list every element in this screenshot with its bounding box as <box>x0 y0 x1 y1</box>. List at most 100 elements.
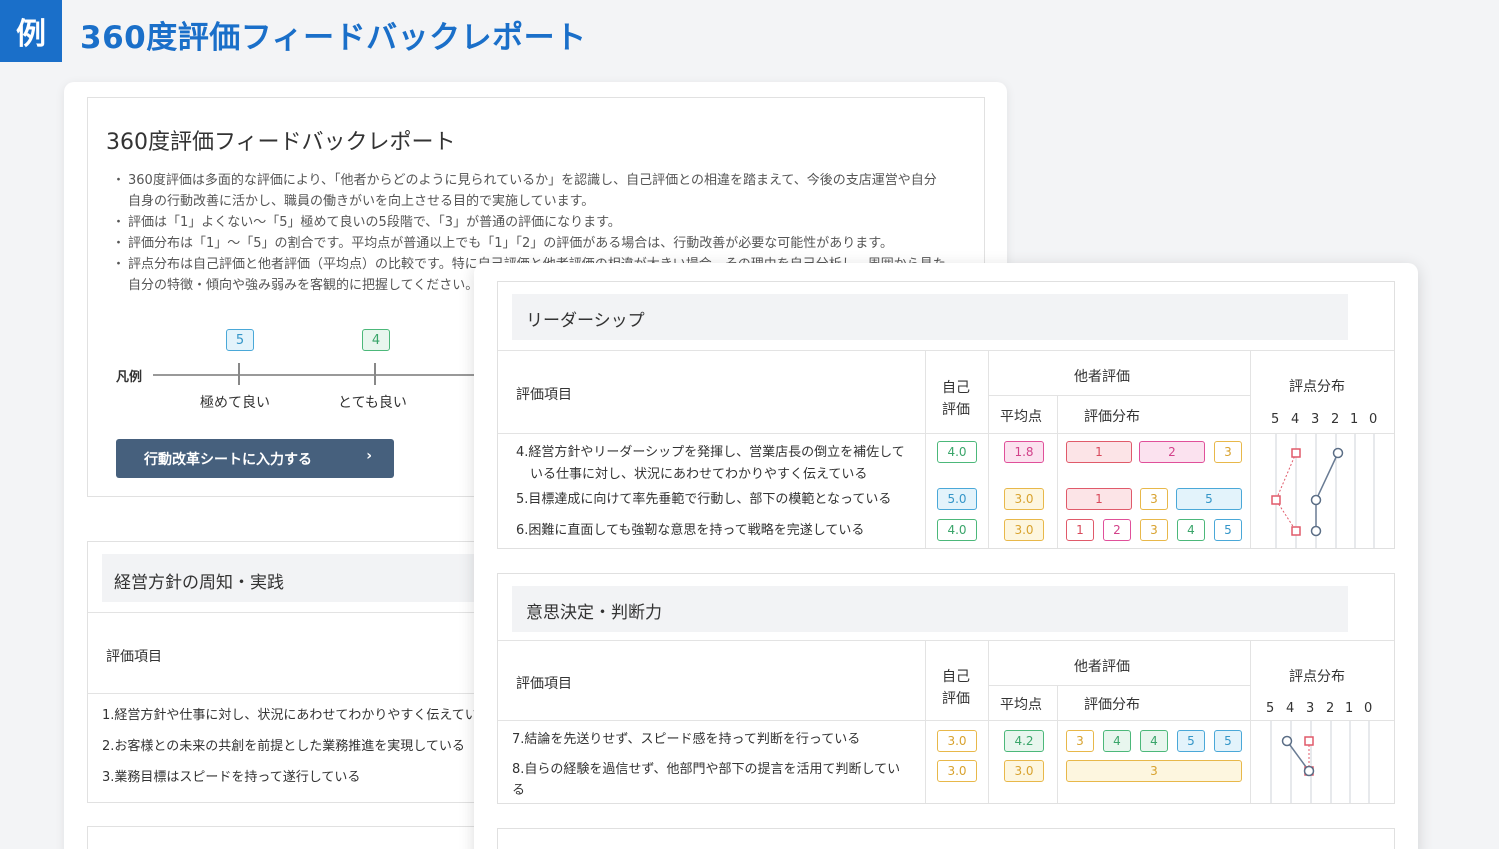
evaluation-item: 5.目標達成に向けて率先垂範で行動し、部下の模範となっている <box>516 492 892 507</box>
section-policy: 経営方針の周知・実践 評価項目 1.経営方針や仕事に対し、状況にあわせてわかりや… <box>87 541 507 803</box>
self-score-badge: 3.0 <box>937 760 977 782</box>
evaluation-item: 3.業務目標はスピードを持って遂行している <box>102 770 361 785</box>
self-score-marker <box>1271 495 1281 505</box>
average-score-badge: 1.8 <box>1004 441 1044 463</box>
column-header-distribution: 評価分布 <box>1084 697 1140 713</box>
legend-tick <box>374 363 376 385</box>
legend-value-badge: 4 <box>362 329 390 351</box>
column-header-score-distribution: 評点分布 <box>1289 669 1345 685</box>
score-distribution-chart <box>1270 721 1370 803</box>
column-header-self: 自己 <box>942 380 970 396</box>
action-button-label: 行動改革シートに入力する <box>144 451 312 468</box>
average-score-marker <box>1310 494 1322 506</box>
legend-text: 極めて良い <box>200 395 270 411</box>
scale-label: 2 <box>1331 412 1340 427</box>
score-distribution-chart <box>1271 434 1375 548</box>
section-next <box>87 826 487 849</box>
section-title: 経営方針の周知・実践 <box>102 554 506 602</box>
self-score-marker <box>1291 448 1301 458</box>
distribution-segment: 5 <box>1214 519 1242 541</box>
distribution-segment: 1 <box>1066 519 1094 541</box>
column-header-average: 平均点 <box>1000 409 1042 425</box>
divider <box>925 350 926 548</box>
self-score-badge: 4.0 <box>937 441 977 463</box>
column-header-self: 自己 <box>942 669 970 685</box>
distribution-segment: 1 <box>1066 441 1132 463</box>
divider <box>498 433 1394 434</box>
scale-label: 3 <box>1311 412 1320 427</box>
column-header-score-distribution: 評点分布 <box>1289 379 1345 395</box>
intro-bullet: 360度評価は多面的な評価により、「他者からどのように見られているか」を認識し、… <box>112 170 946 212</box>
evaluation-item: 8.自らの経験を過信せず、他部門や部下の提言を活用て判断してい <box>512 762 901 777</box>
divider <box>1250 640 1251 803</box>
distribution-segment: 4 <box>1103 730 1131 752</box>
intro-bullet: 評価は「1」よくない〜「5」極めて良いの5段階で、「3」が普通の評価になります。 <box>112 212 946 233</box>
distribution-segment: 3 <box>1066 760 1242 782</box>
report-title: 360度評価フィードバックレポート <box>106 130 456 155</box>
column-header-self: 評価 <box>942 691 970 707</box>
section-next <box>497 828 1395 849</box>
distribution-segment: 4 <box>1140 730 1168 752</box>
column-header-self: 評価 <box>942 402 970 418</box>
scale-label: 1 <box>1350 412 1359 427</box>
evaluation-item: 1.経営方針や仕事に対し、状況にあわせてわかりやすく伝えている <box>102 708 491 723</box>
legend-text: とても良い <box>338 395 407 411</box>
average-score-marker <box>1332 447 1344 459</box>
legend-tick <box>238 363 240 385</box>
divider <box>925 640 926 803</box>
column-header-item: 評価項目 <box>516 676 572 692</box>
evaluation-item: 4.経営方針やリーダーシップを発揮し、営業店長の倒立を補佐して <box>516 445 905 460</box>
section-leadership: リーダーシップ 評価項目 自己 評価 他者評価 平均点 評価分布 評点分布 5 … <box>497 281 1395 549</box>
divider <box>1057 685 1058 803</box>
divider <box>988 685 1250 686</box>
distribution-segment: 5 <box>1177 730 1205 752</box>
scale-label: 0 <box>1369 412 1378 427</box>
banner-title: 360度評価フィードバックレポート <box>80 20 587 56</box>
divider <box>1057 395 1058 548</box>
divider <box>88 612 506 613</box>
distribution-segment: 3 <box>1140 519 1168 541</box>
distribution-segment: 1 <box>1066 488 1132 510</box>
average-score-badge: 3.0 <box>1004 519 1044 541</box>
column-header-distribution: 評価分布 <box>1084 409 1140 425</box>
scale-label: 1 <box>1345 701 1354 716</box>
example-badge: 例 <box>0 0 62 62</box>
average-score-badge: 3.0 <box>1004 760 1044 782</box>
section-title: リーダーシップ <box>512 294 1348 340</box>
distribution-segment: 5 <box>1176 488 1242 510</box>
column-header-others: 他者評価 <box>1074 659 1130 675</box>
column-header-average: 平均点 <box>1000 697 1042 713</box>
intro-bullet: 評価分布は「1」〜「5」の割合です。平均点が普通以上でも「1」「2」の評価がある… <box>112 233 946 254</box>
column-header-item: 評価項目 <box>106 649 162 665</box>
action-sheet-button[interactable]: 行動改革シートに入力する › <box>116 439 394 478</box>
average-score-marker <box>1310 525 1322 537</box>
self-score-badge: 5.0 <box>937 488 977 510</box>
self-score-badge: 4.0 <box>937 519 977 541</box>
legend-value-badge: 5 <box>226 329 254 351</box>
divider <box>498 640 1394 641</box>
average-score-badge: 3.0 <box>1004 488 1044 510</box>
section-title: 意思決定・判断力 <box>512 586 1348 632</box>
column-header-item: 評価項目 <box>516 387 572 403</box>
divider <box>988 395 1250 396</box>
column-header-others: 他者評価 <box>1074 369 1130 385</box>
legend-line <box>153 374 483 376</box>
self-score-marker <box>1304 736 1314 746</box>
distribution-segment: 3 <box>1066 730 1094 752</box>
scale-label: 2 <box>1326 701 1335 716</box>
scale-label: 3 <box>1306 701 1315 716</box>
divider <box>88 693 506 694</box>
average-score-marker <box>1303 765 1315 777</box>
divider <box>988 640 989 803</box>
scale-label: 0 <box>1364 701 1373 716</box>
distribution-segment: 4 <box>1177 519 1205 541</box>
distribution-segment: 5 <box>1214 730 1242 752</box>
section-decision: 意思決定・判断力 評価項目 自己 評価 他者評価 平均点 評価分布 評点分布 5… <box>497 573 1395 804</box>
scale-label: 5 <box>1266 701 1275 716</box>
self-score-marker <box>1291 526 1301 536</box>
scale-label: 4 <box>1286 701 1295 716</box>
divider <box>1250 350 1251 548</box>
evaluation-item: 7.結論を先送りせず、スピード感を持って判断を行っている <box>512 732 861 747</box>
evaluation-item: 2.お客様との未来の共創を前提とした業務推進を実現している <box>102 739 465 754</box>
scale-label: 4 <box>1291 412 1300 427</box>
